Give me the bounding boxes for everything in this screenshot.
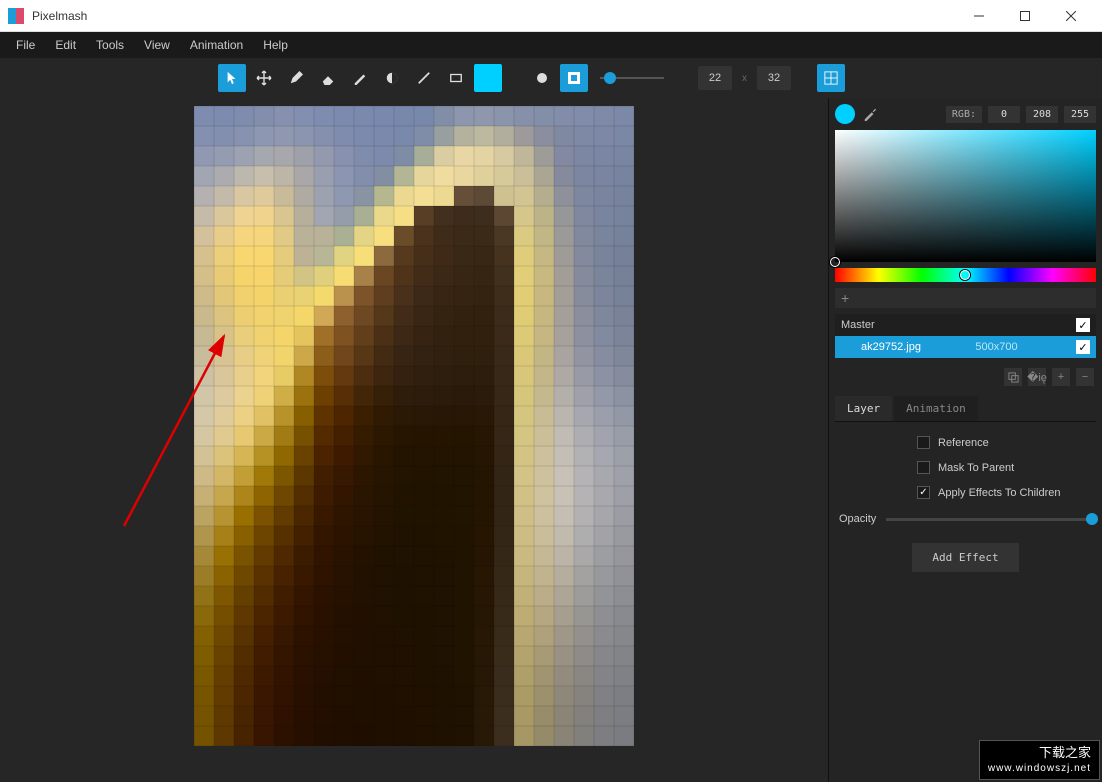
layer-properties: Reference Mask To Parent Apply Effects T…	[835, 428, 1096, 580]
tool-fill[interactable]	[378, 64, 406, 92]
tool-brush[interactable]	[282, 64, 310, 92]
brush-shape-circle[interactable]	[528, 64, 556, 92]
layer-name: ak29752.jpg	[861, 341, 921, 353]
current-color-swatch[interactable]	[474, 64, 502, 92]
menu-tools[interactable]: Tools	[86, 34, 134, 56]
opacity-label: Opacity	[839, 513, 876, 525]
watermark-line1: 下载之家	[988, 745, 1091, 762]
window-titlebar: Pixelmash	[0, 0, 1102, 32]
color-mode-button[interactable]: RGB:	[946, 106, 982, 123]
tab-animation[interactable]: Animation	[894, 396, 978, 421]
menu-help[interactable]: Help	[253, 34, 298, 56]
tool-eraser[interactable]	[314, 64, 342, 92]
maximize-button[interactable]	[1002, 0, 1048, 32]
side-panel: RGB: 0 208 255 + Master ✓ ak29752.jpg 50…	[828, 98, 1102, 782]
tool-rect[interactable]	[442, 64, 470, 92]
window-title: Pixelmash	[32, 9, 956, 23]
canvas-area[interactable]	[0, 98, 828, 782]
tool-move[interactable]	[250, 64, 278, 92]
toolbar: 22 x 32	[0, 58, 1102, 98]
canvas-width-box[interactable]: 22	[698, 66, 732, 90]
saturation-value-picker[interactable]	[835, 130, 1096, 262]
menu-edit[interactable]: Edit	[45, 34, 86, 56]
layer-row-master[interactable]: Master ✓	[835, 314, 1096, 336]
add-palette-color[interactable]: +	[835, 288, 1096, 308]
property-tabs: Layer Animation	[835, 396, 1096, 422]
add-effect-button[interactable]: Add Effect	[912, 543, 1018, 572]
reference-checkbox[interactable]	[917, 436, 930, 449]
hue-slider[interactable]	[835, 268, 1096, 282]
menu-file[interactable]: File	[6, 34, 45, 56]
menu-animation[interactable]: Animation	[180, 34, 253, 56]
watermark: 下载之家 www.windowszj.net	[979, 740, 1100, 780]
layer-duplicate-button[interactable]	[1004, 368, 1022, 386]
grid-settings[interactable]	[849, 64, 877, 92]
watermark-line2: www.windowszj.net	[988, 762, 1091, 775]
eyedropper-icon[interactable]	[861, 105, 879, 123]
color-g-value[interactable]: 208	[1026, 106, 1058, 123]
layer-visible-checkbox[interactable]: ✓	[1076, 318, 1090, 332]
apply-effects-label: Apply Effects To Children	[938, 487, 1061, 499]
layer-remove-button[interactable]: −	[1076, 368, 1094, 386]
brush-size-slider[interactable]	[600, 76, 664, 80]
color-r-value[interactable]: 0	[988, 106, 1020, 123]
tool-line[interactable]	[410, 64, 438, 92]
layer-row-image[interactable]: ak29752.jpg 500x700 ✓	[835, 336, 1096, 358]
canvas-height-box[interactable]: 32	[757, 66, 791, 90]
pixel-canvas[interactable]	[194, 106, 634, 746]
layer-visible-checkbox[interactable]: ✓	[1076, 340, 1090, 354]
menu-view[interactable]: View	[134, 34, 180, 56]
app-logo-icon	[8, 8, 24, 24]
layer-merge-button[interactable]: �ię	[1028, 368, 1046, 386]
layers-panel: Master ✓ ak29752.jpg 500x700 ✓	[835, 314, 1096, 358]
brush-shape-square[interactable]	[560, 64, 588, 92]
close-button[interactable]	[1048, 0, 1094, 32]
grid-toggle[interactable]	[817, 64, 845, 92]
tab-layer[interactable]: Layer	[835, 396, 892, 421]
reference-label: Reference	[938, 437, 989, 449]
layer-add-button[interactable]: +	[1052, 368, 1070, 386]
menu-bar: File Edit Tools View Animation Help	[0, 32, 1102, 58]
color-b-value[interactable]: 255	[1064, 106, 1096, 123]
minimize-button[interactable]	[956, 0, 1002, 32]
color-swatch[interactable]	[835, 104, 855, 124]
mask-label: Mask To Parent	[938, 462, 1014, 474]
tool-pencil[interactable]	[346, 64, 374, 92]
apply-effects-checkbox[interactable]	[917, 486, 930, 499]
layer-name: Master	[841, 319, 875, 331]
tool-pointer[interactable]	[218, 64, 246, 92]
mask-checkbox[interactable]	[917, 461, 930, 474]
layer-dimensions: 500x700	[975, 341, 1021, 353]
opacity-slider[interactable]	[886, 518, 1092, 521]
dimension-x-label: x	[736, 73, 753, 84]
